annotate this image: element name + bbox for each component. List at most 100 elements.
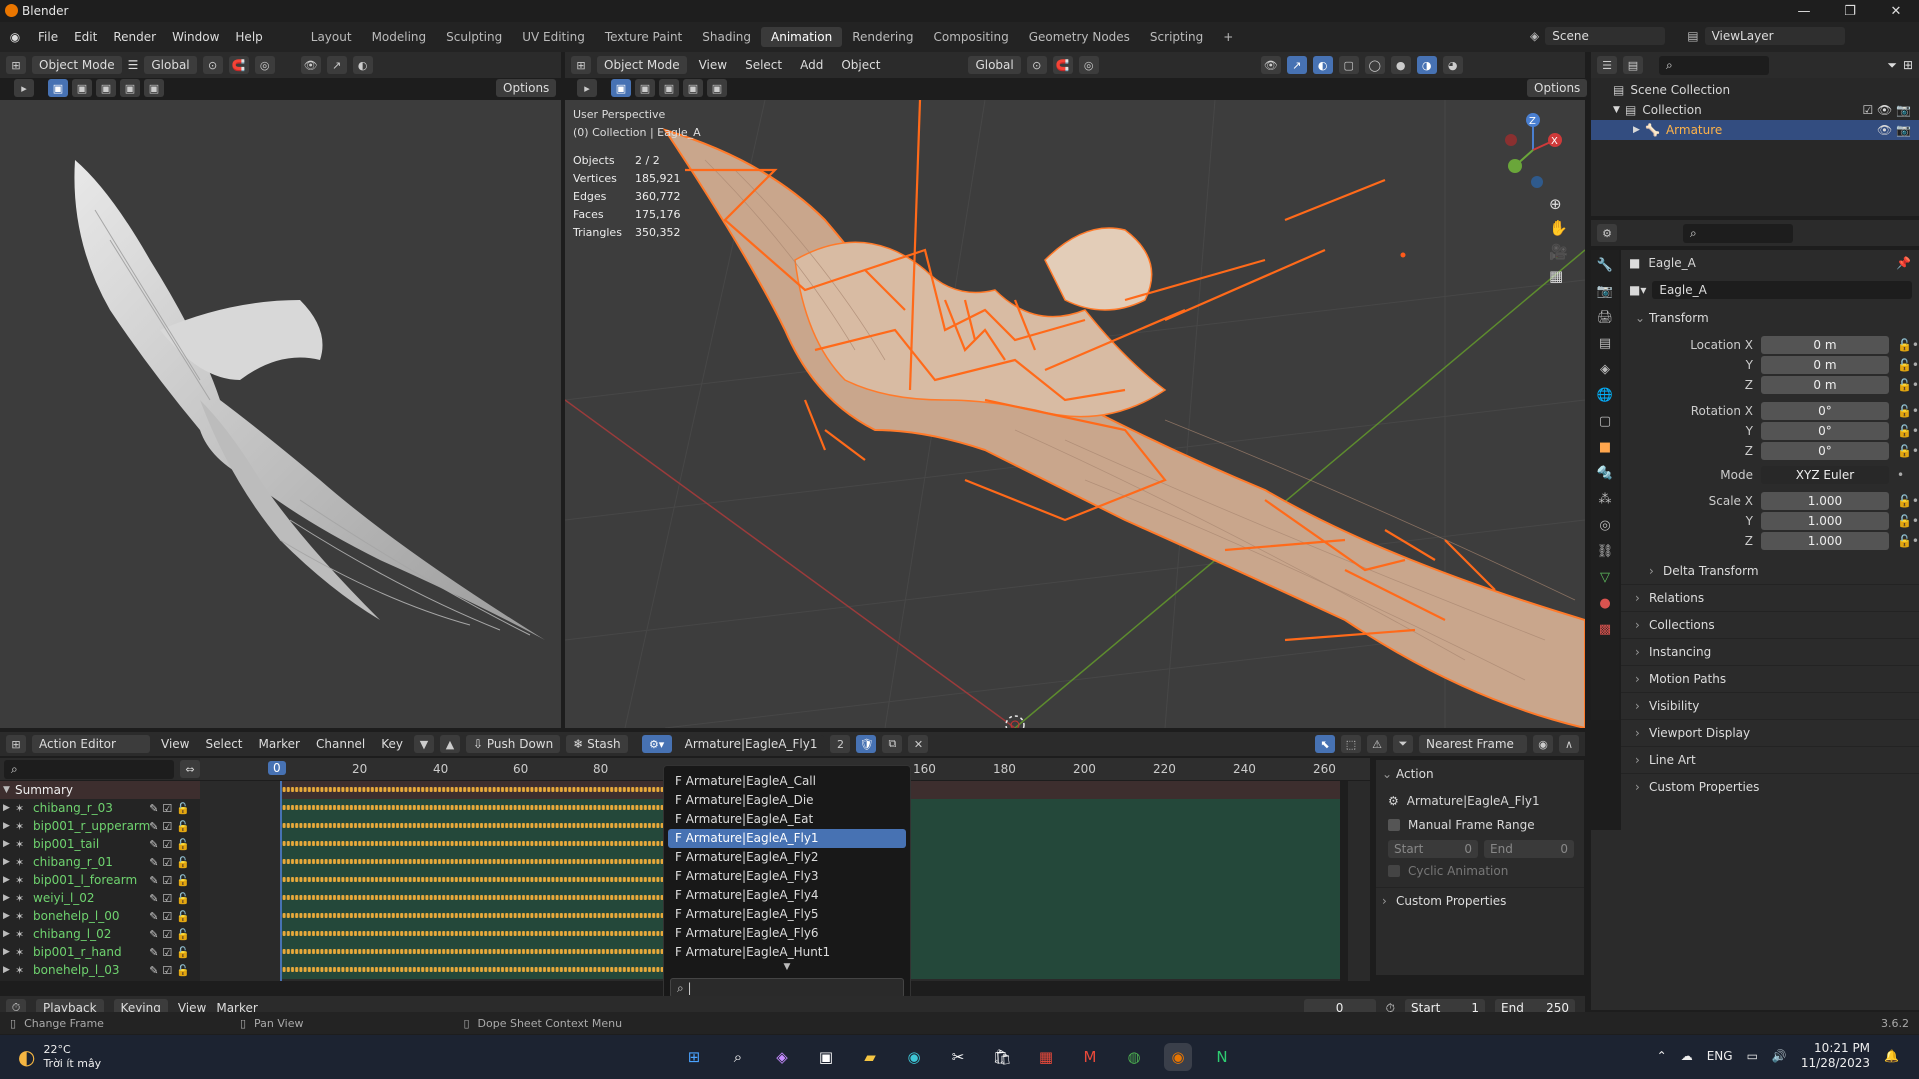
- filters-icon[interactable]: ⏷: [1393, 735, 1413, 753]
- texture-tab-icon[interactable]: ▩: [1599, 622, 1611, 637]
- notification-bell-icon[interactable]: 🔔: [1884, 1049, 1899, 1063]
- viewport-display-section[interactable]: › Viewport Display: [1621, 719, 1919, 746]
- swap-icon[interactable]: ⇔: [180, 760, 200, 778]
- action-item-fly2[interactable]: F Armature|EagleA_Fly2: [668, 848, 906, 867]
- action-name-field[interactable]: Armature|EagleA_Fly1: [677, 735, 825, 753]
- ds-menu-select[interactable]: Select: [200, 737, 247, 751]
- menu-select[interactable]: Select: [739, 58, 788, 72]
- action-custom-props-section[interactable]: › Custom Properties: [1376, 887, 1584, 914]
- clock[interactable]: 10:21 PM 11/28/2023: [1801, 1041, 1870, 1071]
- viewlayer-selector[interactable]: ViewLayer: [1704, 27, 1845, 45]
- relations-section[interactable]: › Relations: [1621, 584, 1919, 611]
- layer-up-icon[interactable]: ▲: [440, 735, 461, 753]
- menu-help[interactable]: Help: [227, 30, 270, 44]
- display-mode-icon[interactable]: ▤: [1623, 56, 1643, 74]
- properties-search[interactable]: ⌕: [1683, 223, 1793, 243]
- blender-menu-icon[interactable]: ◉: [0, 30, 30, 44]
- overlay-icon[interactable]: ◐: [1312, 56, 1333, 74]
- action-item-call[interactable]: F Armature|EagleA_Call: [668, 772, 906, 791]
- manual-range-checkbox[interactable]: [1388, 819, 1400, 831]
- menu-file[interactable]: File: [30, 30, 66, 44]
- outliner-row[interactable]: ▼ ▤ Collection ☑ 👁 📷: [1591, 100, 1919, 120]
- solid-shading-icon[interactable]: ●: [1390, 56, 1411, 74]
- select-tool-icon[interactable]: ▸: [14, 79, 34, 97]
- select-box-icon[interactable]: ▣: [611, 79, 631, 97]
- object-name-field[interactable]: Eagle_A: [1652, 281, 1913, 299]
- channel-row[interactable]: ▶ ✶ bip001_r_hand ✎☑🔓: [0, 943, 200, 961]
- grid-toggle-icon[interactable]: ▦: [1549, 267, 1568, 285]
- pan-hand-icon[interactable]: ✋: [1549, 219, 1568, 237]
- wireframe-shading-icon[interactable]: ◯: [1364, 56, 1385, 74]
- new-collection-icon[interactable]: ⊞: [1903, 58, 1913, 72]
- left-mode-dropdown[interactable]: Object Mode: [32, 56, 122, 74]
- gizmo-icon[interactable]: ↗: [326, 56, 347, 74]
- editor-type-icon[interactable]: ⊞: [6, 56, 26, 74]
- rotation-y-field[interactable]: 0°: [1760, 422, 1889, 440]
- snipping-icon[interactable]: ✂: [944, 1043, 972, 1071]
- close-icon[interactable]: ✕: [1873, 0, 1919, 22]
- main-viewport[interactable]: User Perspective (0) Collection | Eagle_…: [565, 100, 1585, 728]
- ds-menu-key[interactable]: Key: [376, 737, 408, 751]
- filter-icon[interactable]: ⏷: [1887, 58, 1897, 73]
- scroll-down-icon[interactable]: ▼: [664, 962, 910, 972]
- n-app-icon[interactable]: N: [1208, 1043, 1236, 1071]
- xray-icon[interactable]: ▢: [1338, 56, 1359, 74]
- lock-icon[interactable]: 🔓•: [1897, 378, 1919, 392]
- lock-icon[interactable]: 🔓•: [1897, 424, 1919, 438]
- select-box-icon[interactable]: ▣: [48, 79, 68, 97]
- channel-row[interactable]: ▶ ✶ weiyi_l_02 ✎☑🔓: [0, 889, 200, 907]
- lock-icon[interactable]: 🔓•: [1897, 514, 1919, 528]
- only-selected-icon[interactable]: ⬉: [1315, 735, 1335, 753]
- object-type-icon[interactable]: ■▾: [1629, 283, 1646, 297]
- action-item-die[interactable]: F Armature|EagleA_Die: [668, 791, 906, 810]
- visibility-section[interactable]: › Visibility: [1621, 692, 1919, 719]
- object-tab-icon[interactable]: ■: [1599, 440, 1611, 455]
- tab-layout[interactable]: Layout: [301, 27, 362, 47]
- particles-tab-icon[interactable]: ⁂: [1599, 492, 1612, 507]
- snap-mode-dropdown[interactable]: Nearest Frame: [1419, 735, 1527, 753]
- line-art-section[interactable]: › Line Art: [1621, 746, 1919, 773]
- range-end-field[interactable]: End 0: [1484, 840, 1574, 858]
- channel-row[interactable]: ▶ ✶ bip001_tail ✎☑🔓: [0, 835, 200, 853]
- location-x-field[interactable]: 0 m: [1760, 336, 1889, 354]
- collapse-icon[interactable]: ▼: [1613, 105, 1625, 115]
- transform-section-header[interactable]: ⌄ Transform: [1621, 304, 1919, 331]
- action-item-eat[interactable]: F Armature|EagleA_Eat: [668, 810, 906, 829]
- start-icon[interactable]: ⊞: [680, 1043, 708, 1071]
- visibility-icon[interactable]: 👁: [300, 56, 321, 74]
- pivot-icon[interactable]: ⊙: [202, 56, 223, 74]
- navigation-gizmo[interactable]: Z X: [1497, 110, 1567, 190]
- world-tab-icon[interactable]: 🌐: [1597, 388, 1613, 403]
- editor-type-icon[interactable]: ⊞: [6, 735, 26, 753]
- view-layer-tab-icon[interactable]: ▤: [1599, 336, 1611, 351]
- custom-properties-section[interactable]: › Custom Properties: [1621, 773, 1919, 800]
- show-hidden-icon[interactable]: ⬚: [1341, 735, 1361, 753]
- lock-icon[interactable]: 🔓•: [1897, 534, 1919, 548]
- select-subtract-icon[interactable]: ▣: [659, 79, 679, 97]
- tab-rendering[interactable]: Rendering: [842, 27, 923, 47]
- blender-taskbar-icon[interactable]: ◉: [1164, 1043, 1192, 1071]
- outliner-editor-icon[interactable]: ☰: [1597, 56, 1617, 74]
- volume-icon[interactable]: 🔊: [1772, 1049, 1787, 1063]
- camera-icon[interactable]: 🎥: [1549, 243, 1568, 261]
- office-icon[interactable]: ▦: [1032, 1043, 1060, 1071]
- channel-search[interactable]: ⌕: [4, 759, 174, 779]
- properties-editor-icon[interactable]: ⚙: [1597, 224, 1617, 242]
- outliner-row[interactable]: ▤ Scene Collection: [1591, 80, 1919, 100]
- material-tab-icon[interactable]: ●: [1599, 596, 1610, 611]
- render-tab-icon[interactable]: 📷: [1597, 284, 1613, 299]
- location-y-field[interactable]: 0 m: [1760, 356, 1889, 374]
- action-item-fly6[interactable]: F Armature|EagleA_Fly6: [668, 924, 906, 943]
- edge-icon[interactable]: ◉: [900, 1043, 928, 1071]
- action-item-fly4[interactable]: F Armature|EagleA_Fly4: [668, 886, 906, 905]
- select-intersect-icon[interactable]: ▣: [144, 79, 164, 97]
- snap-icon[interactable]: 🧲: [228, 56, 249, 74]
- rotation-x-field[interactable]: 0°: [1760, 402, 1889, 420]
- channel-row[interactable]: ▶ ✶ chibang_l_02 ✎☑🔓: [0, 925, 200, 943]
- lock-icon[interactable]: 🔓•: [1897, 338, 1919, 352]
- select-extend-icon[interactable]: ▣: [72, 79, 92, 97]
- main-mode-dropdown[interactable]: Object Mode: [597, 56, 687, 74]
- eye-icon[interactable]: 👁 📷: [1877, 123, 1911, 137]
- proportional-edit-icon[interactable]: ◉: [1533, 735, 1553, 753]
- expand-icon[interactable]: ▶: [1633, 125, 1645, 135]
